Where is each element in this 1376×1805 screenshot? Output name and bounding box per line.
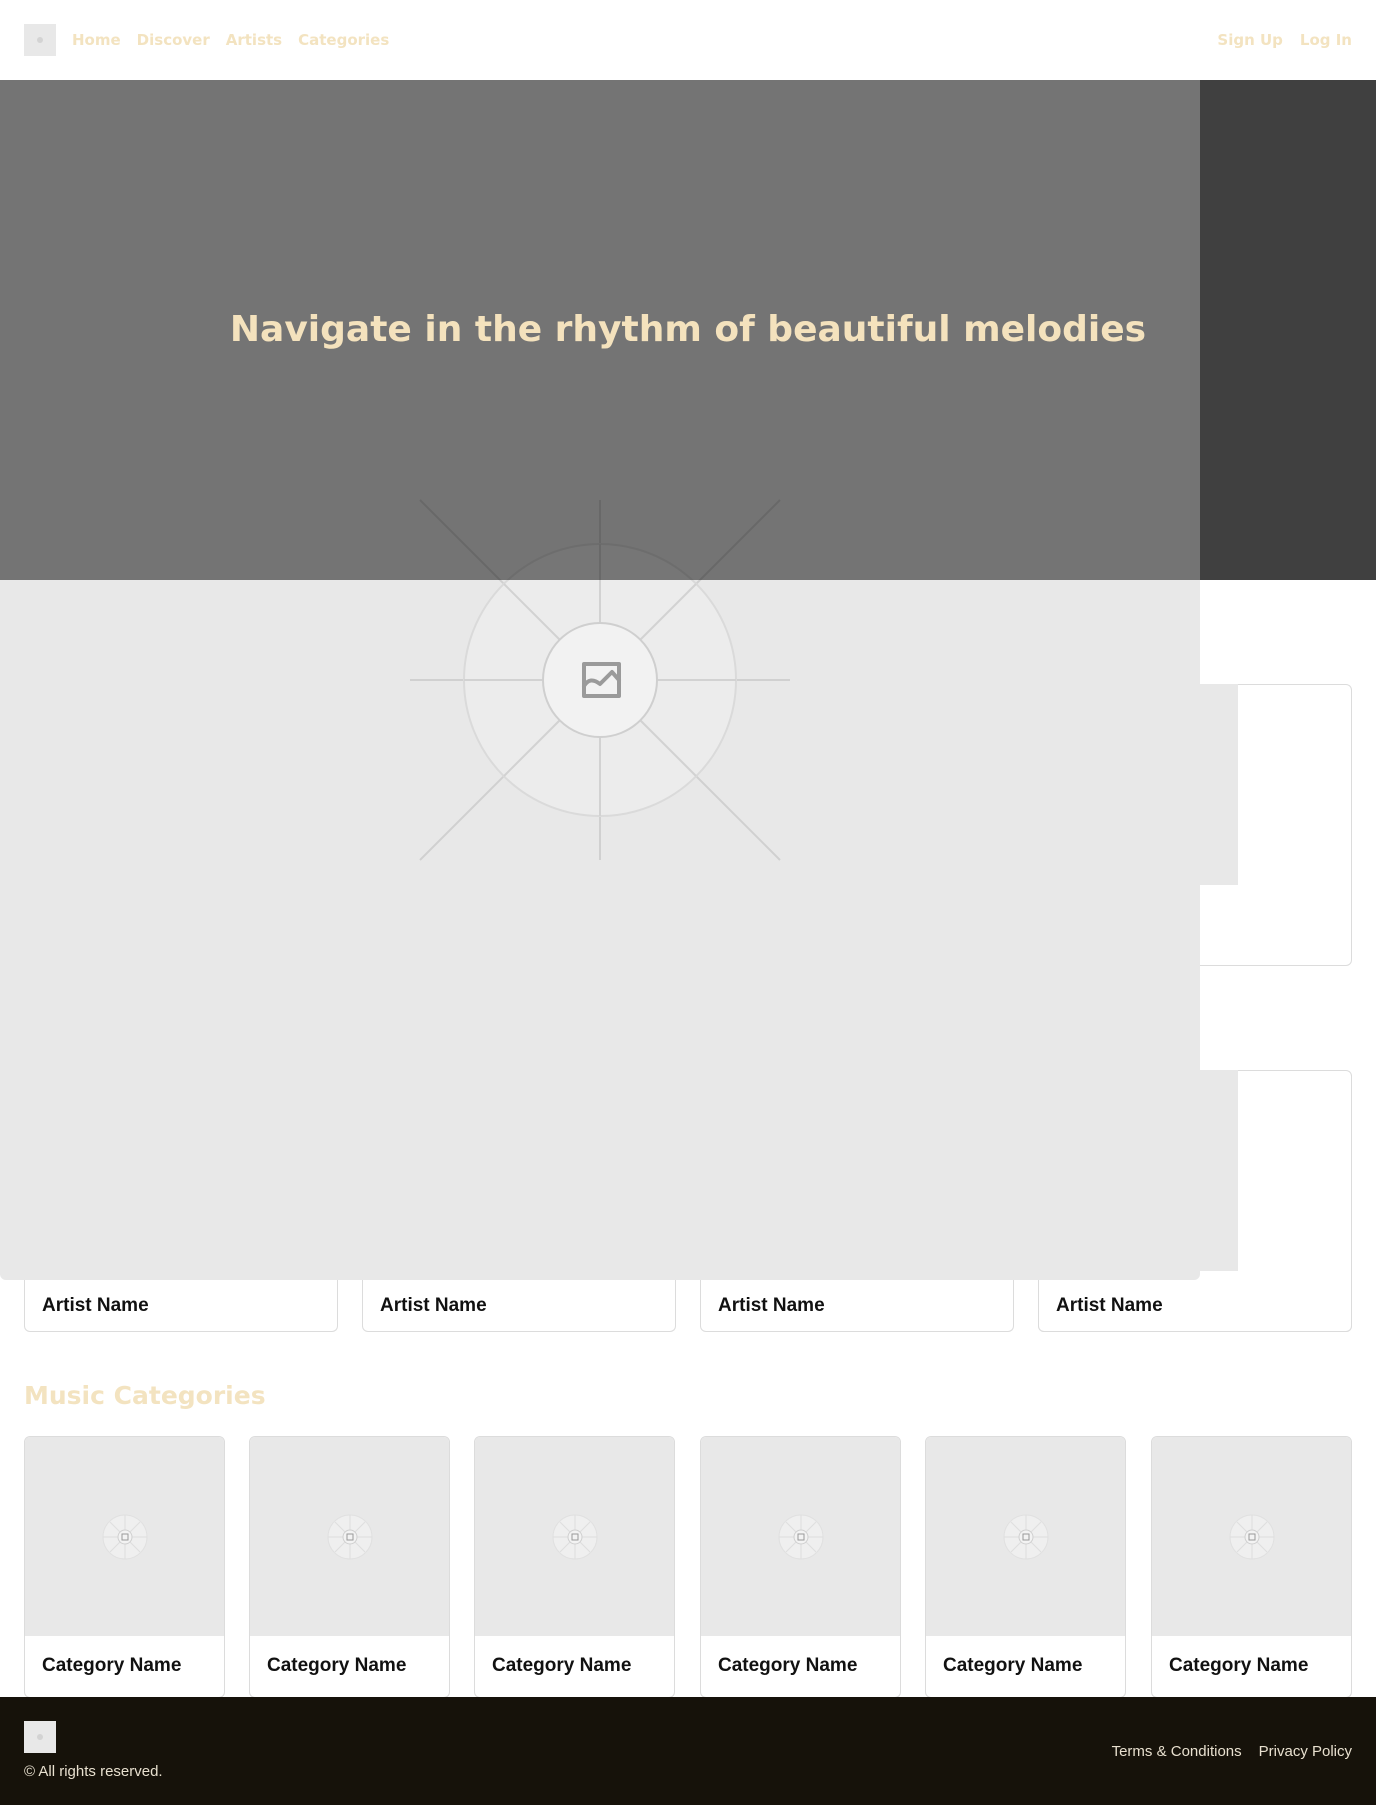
main-nav: Home Discover Artists Categories — [72, 31, 389, 49]
footer-links: Terms & Conditions Privacy Policy — [1112, 1743, 1352, 1760]
artist-name: Artist Name — [380, 1294, 487, 1316]
nav-categories[interactable]: Categories — [298, 31, 389, 49]
image-placeholder-icon — [778, 1514, 824, 1560]
logo[interactable] — [24, 24, 56, 56]
artist-card[interactable]: Artist Name — [700, 1280, 1014, 1332]
image-placeholder-icon — [552, 1514, 598, 1560]
category-name: Category Name — [943, 1655, 1083, 1676]
category-name: Category Name — [492, 1655, 632, 1676]
privacy-link[interactable]: Privacy Policy — [1259, 1743, 1352, 1760]
category-image — [1152, 1437, 1351, 1636]
image-placeholder-icon — [37, 37, 43, 43]
category-name: Category Name — [718, 1655, 858, 1676]
artist-name: Artist Name — [718, 1294, 825, 1316]
category-card[interactable]: Category Name — [700, 1436, 901, 1698]
categories-title: Music Categories — [24, 1381, 266, 1410]
category-name: Category Name — [42, 1655, 182, 1676]
site-footer: © All rights reserved. Terms & Condition… — [0, 1697, 1376, 1805]
footer-logo[interactable] — [24, 1721, 56, 1753]
auth-links: Sign Up Log In — [1217, 31, 1352, 49]
category-card[interactable]: Category Name — [1151, 1436, 1352, 1698]
category-name: Category Name — [1169, 1655, 1309, 1676]
image-placeholder-icon — [1003, 1514, 1049, 1560]
category-image — [475, 1437, 674, 1636]
login-link[interactable]: Log In — [1300, 31, 1352, 49]
artist-name: Artist Name — [42, 1294, 149, 1316]
image-placeholder-icon — [327, 1514, 373, 1560]
category-card[interactable]: Category Name — [24, 1436, 225, 1698]
artist-name: Artist Name — [1056, 1294, 1163, 1316]
image-placeholder-icon — [1229, 1514, 1275, 1560]
nav-artists[interactable]: Artists — [226, 31, 282, 49]
terms-link[interactable]: Terms & Conditions — [1112, 1743, 1242, 1760]
signup-link[interactable]: Sign Up — [1217, 31, 1283, 49]
category-name: Category Name — [267, 1655, 407, 1676]
copyright-text: © All rights reserved. — [24, 1763, 163, 1780]
image-placeholder-icon — [102, 1514, 148, 1560]
category-image — [926, 1437, 1125, 1636]
nav-home[interactable]: Home — [72, 31, 121, 49]
category-card[interactable]: Category Name — [474, 1436, 675, 1698]
category-image — [250, 1437, 449, 1636]
category-card[interactable]: Category Name — [249, 1436, 450, 1698]
artist-card[interactable]: Artist Name — [1038, 1280, 1352, 1332]
site-header: Home Discover Artists Categories Sign Up… — [0, 0, 1376, 80]
category-image — [701, 1437, 900, 1636]
category-image — [25, 1437, 224, 1636]
artist-card[interactable]: Artist Name — [362, 1280, 676, 1332]
image-placeholder-icon — [37, 1734, 43, 1740]
artist-card[interactable]: Artist Name — [24, 1280, 338, 1332]
nav-discover[interactable]: Discover — [137, 31, 210, 49]
hero-title: Navigate in the rhythm of beautiful melo… — [229, 309, 1147, 350]
category-card[interactable]: Category Name — [925, 1436, 1126, 1698]
